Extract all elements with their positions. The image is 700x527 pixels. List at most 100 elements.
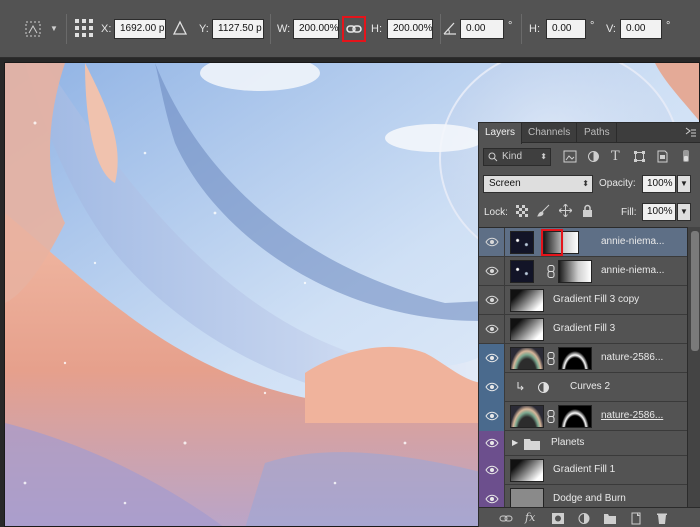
- layer-row[interactable]: Gradient Fill 3 copy: [479, 286, 687, 315]
- layer-visibility-toggle[interactable]: [479, 344, 505, 373]
- layer-thumbnail-stars: [510, 231, 534, 254]
- dropdown-arrow-icon: ⬍: [540, 152, 547, 161]
- layers-panel: Layers Channels Paths Kind ⬍ T Screen ⬍ …: [478, 122, 700, 527]
- layer-name[interactable]: annie-niema...: [601, 265, 685, 276]
- layer-visibility-toggle[interactable]: [479, 228, 505, 257]
- height-field[interactable]: 200.00%: [387, 19, 433, 39]
- layer-row[interactable]: nature-2586...: [479, 344, 687, 373]
- adjustment-layer-filter-icon[interactable]: [587, 150, 600, 166]
- lock-transparent-pixels-icon[interactable]: [516, 205, 528, 220]
- lock-all-icon[interactable]: [582, 204, 593, 220]
- layer-list: annie-niema... annie-niema... Gradient F…: [479, 227, 687, 507]
- filter-kind-dropdown[interactable]: Kind ⬍: [483, 148, 551, 166]
- layer-style-fx-icon[interactable]: fx: [525, 511, 539, 524]
- rotation-field[interactable]: 0.00: [460, 19, 504, 39]
- relative-position-icon[interactable]: [172, 20, 188, 39]
- layer-row[interactable]: Gradient Fill 3: [479, 315, 687, 344]
- group-expand-triangle-icon[interactable]: ▶: [512, 438, 518, 447]
- chain-link-icon[interactable]: [547, 410, 555, 423]
- x-position-field[interactable]: 1692.00 p: [114, 19, 166, 39]
- horizontal-skew-label: H:: [529, 23, 540, 35]
- layer-name[interactable]: Dodge and Burn: [553, 493, 685, 504]
- shape-layer-filter-icon[interactable]: [633, 150, 646, 166]
- mask-highlight-box: [541, 229, 563, 256]
- tab-layers[interactable]: Layers: [479, 123, 523, 144]
- gradient-fill-thumbnail: [510, 289, 544, 312]
- opacity-field[interactable]: 100%: [642, 175, 676, 193]
- layer-visibility-toggle[interactable]: [479, 315, 505, 344]
- height-label: H:: [371, 23, 382, 35]
- new-adjustment-layer-icon[interactable]: [577, 512, 591, 525]
- smart-object-filter-icon[interactable]: [656, 150, 669, 166]
- layer-name[interactable]: Gradient Fill 1: [553, 464, 685, 475]
- layer-group-row[interactable]: ▶ Planets: [479, 431, 687, 456]
- layer-mask-thumbnail[interactable]: [558, 260, 592, 283]
- fill-field[interactable]: 100%: [642, 203, 676, 221]
- horizontal-skew-unit: °: [590, 20, 595, 32]
- layer-name[interactable]: Curves 2: [570, 381, 685, 392]
- filter-kind-value: Kind: [502, 151, 523, 162]
- layer-visibility-toggle[interactable]: [479, 402, 505, 431]
- gradient-fill-thumbnail: [510, 318, 544, 341]
- layer-visibility-toggle[interactable]: [479, 485, 505, 507]
- layer-row[interactable]: Gradient Fill 1: [479, 456, 687, 485]
- vertical-skew-field[interactable]: 0.00: [620, 19, 662, 39]
- layer-row[interactable]: annie-niema...: [479, 257, 687, 286]
- blend-mode-value: Screen: [489, 178, 521, 189]
- eye-icon: [485, 237, 499, 247]
- y-position-field[interactable]: 1127.50 p: [212, 19, 264, 39]
- blend-mode-dropdown[interactable]: Screen ⬍: [483, 175, 593, 193]
- transform-tool-icon[interactable]: [22, 18, 44, 43]
- layer-mask-thumbnail[interactable]: [558, 405, 592, 428]
- separator: [270, 14, 271, 44]
- link-layers-icon[interactable]: [499, 512, 513, 525]
- tool-preset-dropdown-arrow[interactable]: ▼: [50, 24, 58, 33]
- eye-icon: [485, 411, 499, 421]
- layer-row[interactable]: annie-niema...: [479, 228, 687, 257]
- filter-toggle-icon[interactable]: [682, 149, 690, 166]
- layer-thumbnail-stars: [510, 260, 534, 283]
- layer-visibility-toggle[interactable]: [479, 257, 505, 286]
- lock-image-pixels-icon[interactable]: [537, 204, 550, 220]
- scrollbar-thumb[interactable]: [691, 231, 699, 351]
- separator: [521, 14, 522, 44]
- layer-row[interactable]: Curves 2: [479, 373, 687, 402]
- horizontal-skew-field[interactable]: 0.00: [546, 19, 586, 39]
- clipping-mask-arrow-icon: [517, 382, 524, 391]
- delete-layer-trash-icon[interactable]: [655, 512, 669, 525]
- reference-point-icon[interactable]: [74, 17, 94, 42]
- tab-paths[interactable]: Paths: [578, 123, 617, 143]
- rotation-unit: °: [508, 20, 513, 32]
- dropdown-arrow-icon: ⬍: [582, 179, 589, 188]
- layer-name[interactable]: nature-2586...: [601, 352, 685, 363]
- layer-visibility-toggle[interactable]: [479, 431, 505, 456]
- layer-name[interactable]: Planets: [551, 437, 685, 448]
- new-layer-icon[interactable]: [629, 512, 643, 525]
- add-layer-mask-icon[interactable]: [551, 512, 565, 525]
- layer-visibility-toggle[interactable]: [479, 373, 505, 402]
- layer-visibility-toggle[interactable]: [479, 286, 505, 315]
- pixel-layer-filter-icon[interactable]: [563, 150, 577, 166]
- panel-menu-icon[interactable]: [685, 127, 697, 139]
- layer-name[interactable]: Gradient Fill 3 copy: [553, 294, 685, 305]
- tab-channels[interactable]: Channels: [522, 123, 578, 143]
- fill-slider-toggle[interactable]: ▼: [677, 203, 691, 221]
- rotate-angle-icon[interactable]: [443, 20, 457, 39]
- separator: [66, 14, 67, 44]
- layer-visibility-toggle[interactable]: [479, 456, 505, 485]
- chain-link-icon[interactable]: [547, 265, 555, 278]
- layer-name[interactable]: annie-niema...: [601, 236, 685, 247]
- type-layer-filter-icon[interactable]: T: [611, 149, 620, 164]
- width-field[interactable]: 200.00%: [293, 19, 339, 39]
- layer-row[interactable]: nature-2586...: [479, 402, 687, 431]
- layer-mask-thumbnail[interactable]: [558, 347, 592, 370]
- new-group-folder-icon[interactable]: [603, 512, 617, 525]
- chain-link-icon[interactable]: [547, 352, 555, 365]
- lock-position-icon[interactable]: [558, 203, 573, 220]
- eye-icon: [485, 353, 499, 363]
- layer-list-scrollbar[interactable]: [687, 227, 700, 507]
- layer-name[interactable]: nature-2586...: [601, 410, 685, 421]
- opacity-slider-toggle[interactable]: ▼: [677, 175, 691, 193]
- layer-name[interactable]: Gradient Fill 3: [553, 323, 685, 334]
- layer-row[interactable]: Dodge and Burn: [479, 485, 687, 507]
